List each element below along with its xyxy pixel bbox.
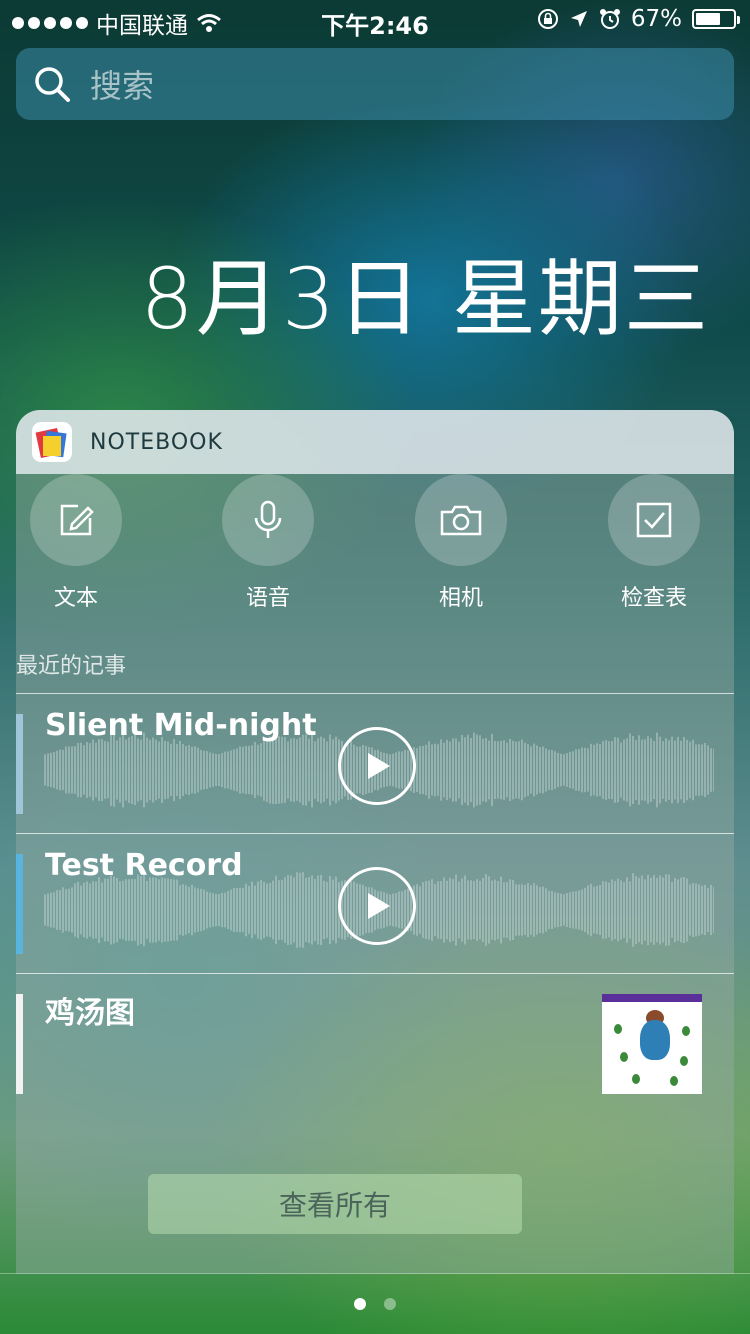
checklist-icon <box>636 502 672 538</box>
divider <box>0 1273 750 1274</box>
note-color-bar <box>16 994 23 1094</box>
action-text[interactable]: 文本 <box>16 474 136 612</box>
search-placeholder: 搜索 <box>90 67 155 105</box>
location-arrow-icon <box>570 11 587 27</box>
note-color-bar <box>16 854 23 954</box>
action-checklist-label: 检查表 <box>620 586 687 611</box>
action-text-button[interactable] <box>30 474 122 566</box>
action-voice[interactable]: 语音 <box>208 474 328 612</box>
note-color-bar <box>16 714 23 814</box>
note-item[interactable]: Test Record <box>16 833 734 974</box>
search-bar[interactable]: 搜索 <box>16 48 734 120</box>
note-title: 鸡汤图 <box>45 996 135 1031</box>
note-item[interactable]: 鸡汤图 <box>16 973 734 1114</box>
play-button[interactable] <box>338 727 416 805</box>
action-voice-label: 语音 <box>245 586 290 611</box>
view-all-button[interactable]: 查看所有 <box>148 1174 522 1234</box>
widget-header[interactable]: NOTEBOOK <box>16 410 734 474</box>
play-icon <box>368 893 390 919</box>
battery-icon <box>692 9 740 29</box>
date-heading: 8月3日 星期三 <box>140 250 710 348</box>
recent-notes-title: 最近的记事 <box>16 654 127 679</box>
action-checklist[interactable]: 检查表 <box>594 474 714 612</box>
search-icon <box>35 67 70 102</box>
battery-level <box>696 13 721 25</box>
page-dot <box>354 1298 366 1310</box>
alarm-icon <box>599 9 620 29</box>
widget-title: NOTEBOOK <box>90 429 223 455</box>
action-camera-button[interactable] <box>415 474 507 566</box>
action-voice-button[interactable] <box>222 474 314 566</box>
page-dot <box>384 1298 396 1310</box>
action-checklist-button[interactable] <box>608 474 700 566</box>
note-title: Test Record <box>45 848 243 883</box>
notebook-widget: NOTEBOOK 文本 语音 相机 检查表 最近的记事 Slient Mid-n… <box>16 410 734 1274</box>
action-camera-label: 相机 <box>438 586 483 611</box>
camera-icon <box>440 505 482 536</box>
note-title: Slient Mid-night <box>45 708 317 743</box>
page-indicator[interactable] <box>0 1298 750 1310</box>
note-image-thumbnail[interactable] <box>602 994 702 1094</box>
edit-icon <box>60 504 94 536</box>
play-button[interactable] <box>338 867 416 945</box>
status-right: 67% <box>537 6 740 32</box>
quick-actions: 文本 语音 相机 检查表 <box>16 474 734 624</box>
play-icon <box>368 753 390 779</box>
battery-percent: 67% <box>630 6 682 32</box>
action-text-label: 文本 <box>53 586 98 611</box>
rotation-lock-icon <box>537 9 558 29</box>
note-item[interactable]: Slient Mid-night <box>16 693 734 834</box>
microphone-icon <box>254 500 282 538</box>
notebook-app-icon <box>32 422 72 462</box>
action-camera[interactable]: 相机 <box>401 474 521 612</box>
status-bar: 中国联通 下午2:46 67% <box>0 0 750 40</box>
